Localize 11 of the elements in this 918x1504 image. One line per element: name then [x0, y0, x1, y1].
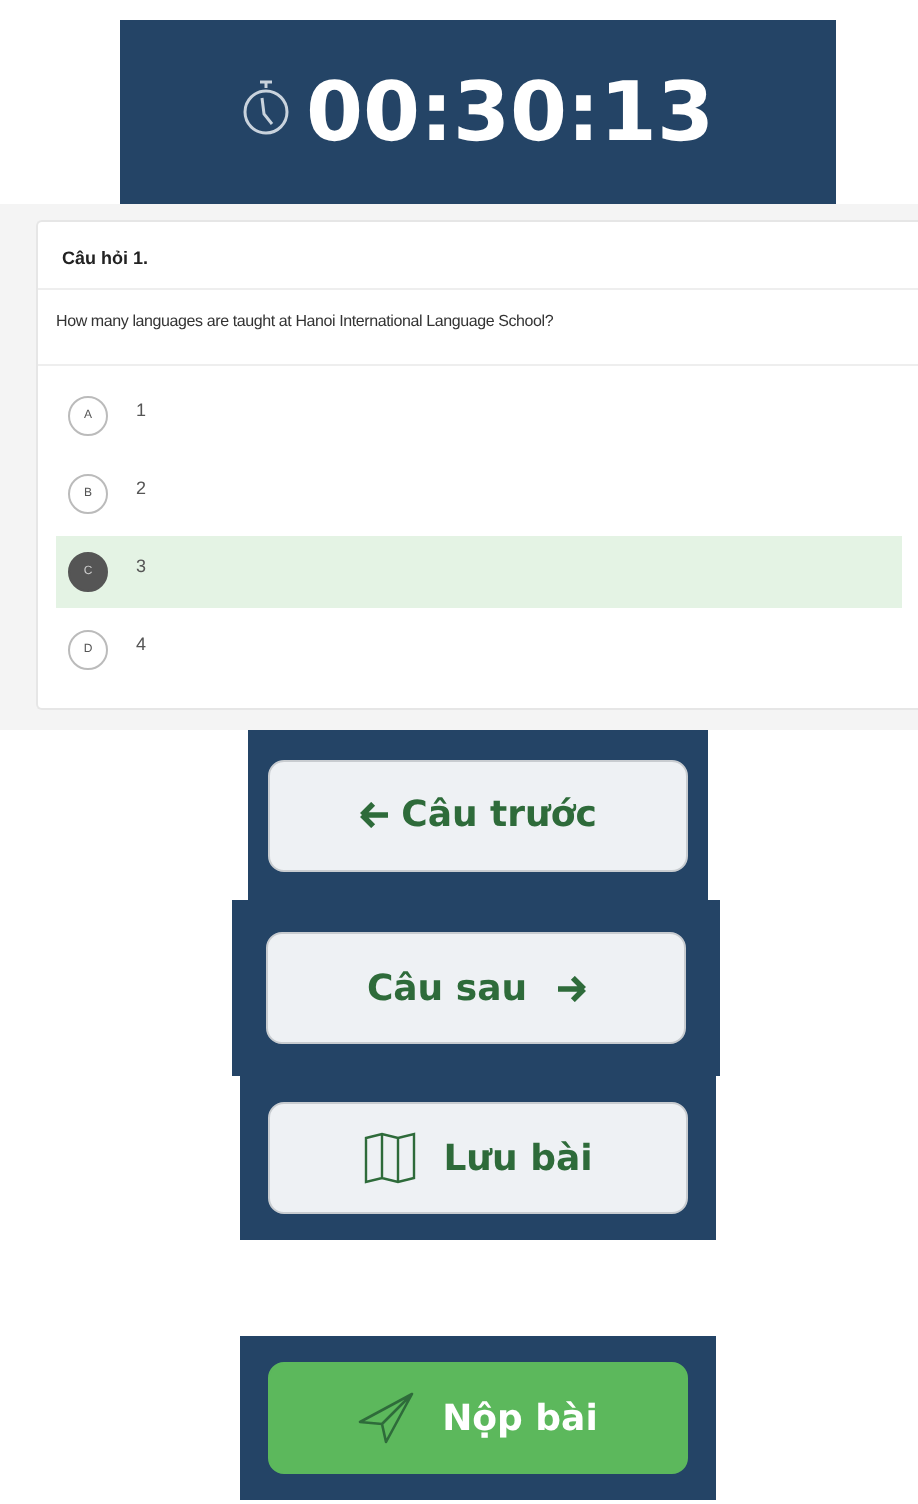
arrow-left-icon — [359, 802, 390, 828]
paper-plane-icon — [358, 1392, 415, 1444]
stopwatch-icon — [242, 80, 291, 136]
question-title: Câu hỏi 1. — [38, 222, 918, 290]
next-button[interactable]: Câu sau — [266, 932, 686, 1044]
countdown-time: 00:30:13 — [306, 64, 714, 160]
arrow-right-icon — [555, 975, 586, 1001]
save-button[interactable]: Lưu bài — [268, 1102, 688, 1214]
map-icon — [363, 1132, 416, 1184]
previous-button[interactable]: Câu trước — [268, 759, 688, 871]
question-text: How many languages are taught at Hanoi International Language School? — [38, 290, 918, 366]
